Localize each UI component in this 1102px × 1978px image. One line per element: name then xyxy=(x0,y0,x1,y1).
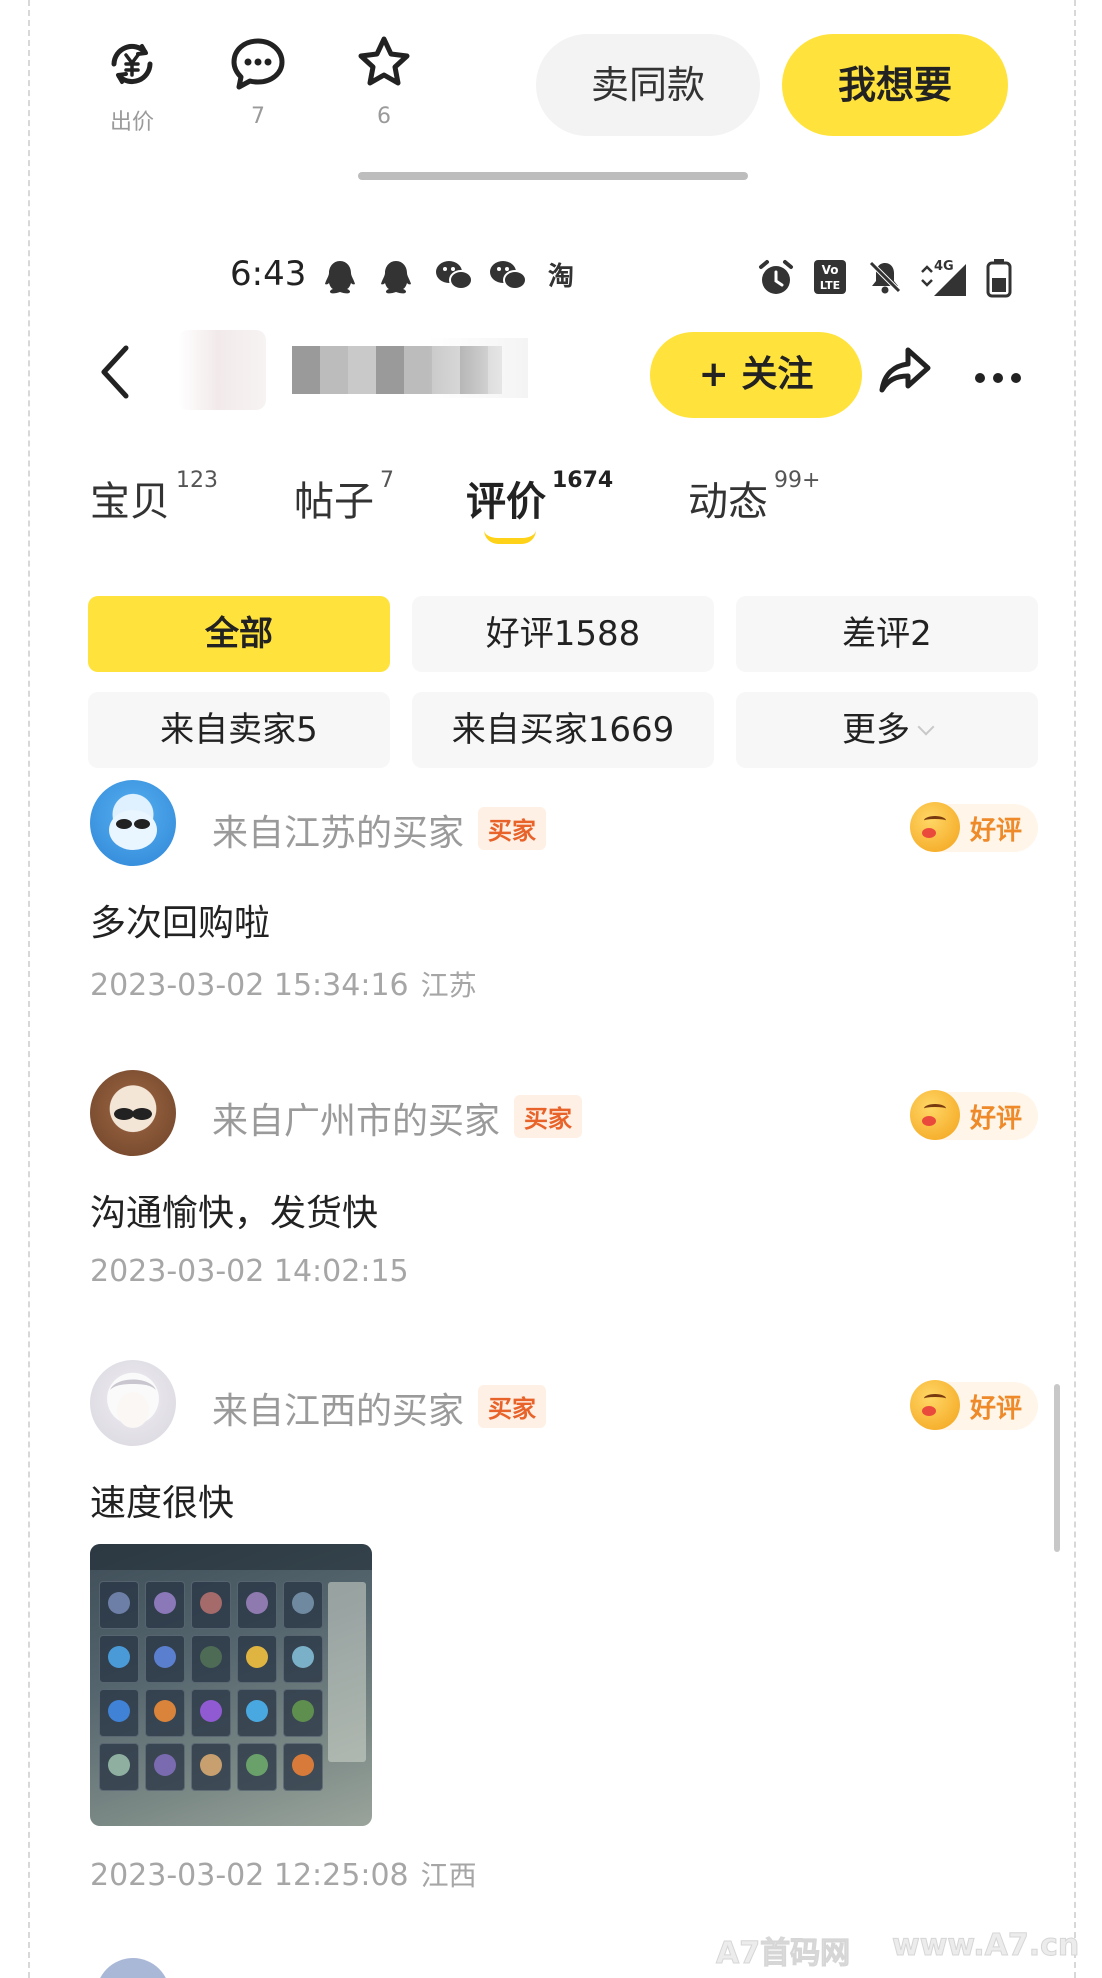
battery-icon xyxy=(986,259,1012,298)
watermark-left: A7首码网 xyxy=(715,1936,851,1972)
tab-label: 动态 xyxy=(688,479,768,525)
svg-text:LTE: LTE xyxy=(820,279,840,292)
reviewer-origin: 来自江苏的买家 买家 xyxy=(212,804,547,856)
action-bar: 出价 7 6 卖同款 我想要 xyxy=(0,0,1102,180)
filter-all[interactable]: 全部 xyxy=(88,596,390,672)
username-blur-edge xyxy=(428,338,528,398)
smile-face-icon xyxy=(910,802,960,852)
tab-reviews[interactable]: 评价 1674 xyxy=(466,468,613,527)
review-date: 2023-03-02 12:25:08 江西 xyxy=(90,1854,477,1894)
favorite-action[interactable]: 6 xyxy=(344,34,424,129)
tab-count: 99+ xyxy=(774,468,821,493)
tab-activity[interactable]: 动态 99+ xyxy=(688,468,820,527)
filter-from-buyer[interactable]: 来自买家1669 xyxy=(412,692,714,768)
avatar[interactable] xyxy=(90,1360,176,1446)
filter-negative[interactable]: 差评2 xyxy=(736,596,1038,672)
alarm-icon xyxy=(759,260,793,294)
rating-badge: 好评 xyxy=(910,1380,1038,1430)
reviewer-origin-text: 来自江苏的买家 xyxy=(212,813,465,854)
review-timestamp: 2023-03-02 15:34:16 xyxy=(90,968,409,1003)
more-menu-icon[interactable] xyxy=(975,368,1029,387)
watermark-right: www.A7.cn xyxy=(891,1928,1080,1964)
review-location: 江苏 xyxy=(420,969,477,1002)
review-content: 多次回购啦 xyxy=(90,903,271,944)
avatar-image xyxy=(114,1108,152,1120)
review-date: 2023-03-02 15:34:16 江苏 xyxy=(90,964,477,1004)
filter-more-label: 更多 xyxy=(842,710,910,750)
want-button[interactable]: 我想要 xyxy=(782,34,1008,136)
review-content: 沟通愉快，发货快 xyxy=(90,1193,379,1234)
buyer-badge: 买家 xyxy=(478,1385,547,1428)
review-timestamp: 2023-03-02 12:25:08 xyxy=(90,1858,409,1893)
signal-4g-icon: 4G xyxy=(921,259,966,296)
smile-face-icon xyxy=(910,1380,960,1430)
comment-action[interactable]: 7 xyxy=(218,36,298,129)
price-offer-icon xyxy=(111,43,153,85)
chevron-down-icon xyxy=(917,718,935,736)
reviewer-origin: 来自江西的买家 买家 xyxy=(212,1382,547,1434)
qq-icon xyxy=(325,261,355,294)
avatar-image xyxy=(110,1379,156,1428)
rating-label: 好评 xyxy=(970,1104,1023,1134)
active-tab-indicator xyxy=(484,530,536,544)
offer-action[interactable]: 出价 xyxy=(92,36,172,136)
review-content: 速度很快 xyxy=(90,1483,235,1524)
filter-from-seller[interactable]: 来自卖家5 xyxy=(88,692,390,768)
favorite-count: 6 xyxy=(377,104,391,129)
mute-bell-icon xyxy=(869,261,901,294)
wechat-icon xyxy=(490,261,527,290)
drag-handle[interactable] xyxy=(358,172,748,180)
rating-badge: 好评 xyxy=(910,802,1038,852)
share-icon[interactable] xyxy=(878,344,934,396)
back-arrow-icon[interactable] xyxy=(96,344,136,400)
filter-positive[interactable]: 好评1588 xyxy=(412,596,714,672)
svg-text:淘: 淘 xyxy=(548,262,574,292)
svg-text:Vo: Vo xyxy=(822,263,839,277)
follow-button[interactable]: + 关注 xyxy=(650,332,862,418)
scrollbar[interactable] xyxy=(1054,1384,1060,1552)
buyer-badge: 买家 xyxy=(514,1095,583,1138)
rating-badge: 好评 xyxy=(910,1090,1038,1140)
tab-count: 1674 xyxy=(552,468,614,493)
review-date: 2023-03-02 14:02:15 xyxy=(90,1254,421,1289)
rating-label: 好评 xyxy=(970,816,1023,846)
tab-count: 123 xyxy=(176,468,218,493)
smile-face-icon xyxy=(910,1090,960,1140)
filter-more[interactable]: 更多 xyxy=(736,692,1038,768)
review-timestamp: 2023-03-02 14:02:15 xyxy=(90,1254,409,1289)
tab-label: 宝贝 xyxy=(90,479,170,525)
avatar-blurred[interactable] xyxy=(178,330,266,410)
photo-side-panel xyxy=(328,1582,366,1762)
sell-same-button[interactable]: 卖同款 xyxy=(536,34,760,136)
status-time: 6:43 xyxy=(230,254,307,294)
next-review-avatar-partial xyxy=(96,1958,170,1978)
photo-toolbar xyxy=(90,1544,372,1570)
avatar[interactable] xyxy=(90,1070,176,1156)
tab-posts[interactable]: 帖子 7 xyxy=(294,468,394,527)
review-photo[interactable] xyxy=(90,1544,372,1826)
offer-label: 出价 xyxy=(109,110,154,135)
wechat-icon xyxy=(436,261,473,290)
svg-text:4G: 4G xyxy=(934,259,954,274)
photo-item-grid xyxy=(96,1578,326,1794)
status-bar: 6:43 淘 Vo LTE 4G xyxy=(0,252,1102,308)
avatar-image xyxy=(109,810,157,850)
tab-count: 7 xyxy=(380,468,394,493)
review-location: 江西 xyxy=(420,1859,477,1892)
volte-icon: Vo LTE xyxy=(814,260,846,294)
tab-label: 帖子 xyxy=(294,479,374,525)
rating-label: 好评 xyxy=(970,1394,1023,1424)
tab-label: 评价 xyxy=(466,479,546,525)
taobao-icon: 淘 xyxy=(548,262,574,292)
avatar[interactable] xyxy=(90,780,176,866)
star-icon xyxy=(358,36,410,86)
tab-items[interactable]: 宝贝 123 xyxy=(90,468,218,527)
qq-icon xyxy=(381,261,411,294)
comment-count: 7 xyxy=(251,104,265,129)
reviewer-origin-text: 来自广州市的买家 xyxy=(212,1101,501,1142)
reviewer-origin: 来自广州市的买家 买家 xyxy=(212,1092,583,1144)
comment-icon xyxy=(231,38,285,90)
reviewer-origin-text: 来自江西的买家 xyxy=(212,1391,465,1432)
buyer-badge: 买家 xyxy=(478,807,547,850)
